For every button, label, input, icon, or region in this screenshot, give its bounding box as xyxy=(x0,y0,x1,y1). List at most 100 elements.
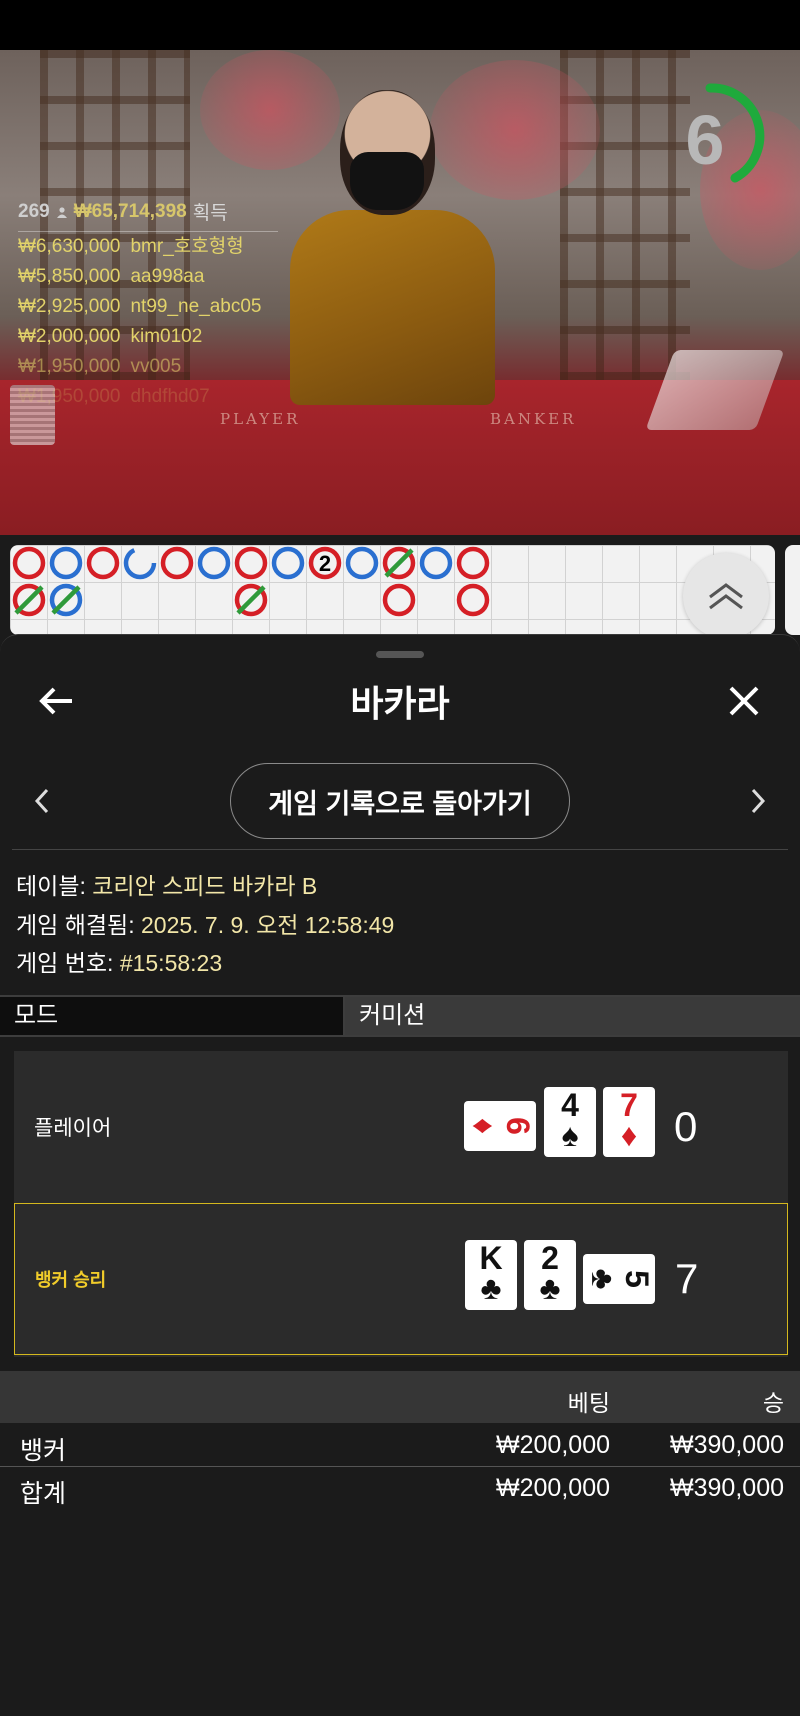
bead-road[interactable]: 2 xyxy=(10,545,775,635)
player-bead xyxy=(12,583,46,617)
player-bead xyxy=(382,583,416,617)
back-to-history-button[interactable]: 게임 기록으로 돌아가기 xyxy=(230,763,570,839)
player-hand: 플레이어 6 ♦ 4 ♠ 7 ♦ 0 xyxy=(14,1051,788,1203)
winners-list: 269 ₩65,714,398 획득 ₩6,630,000 bmr_호호형형 ₩5… xyxy=(18,198,278,412)
road-edge xyxy=(785,545,800,635)
winner-user: vv005 xyxy=(130,356,182,377)
double-chevron-up-icon xyxy=(709,583,743,610)
user-icon xyxy=(56,206,67,218)
game-number-value: #15:58:23 xyxy=(119,950,223,976)
player-card-2: 4 ♠ xyxy=(544,1087,596,1157)
winner-row: ₩5,850,000 aa998aa xyxy=(18,262,278,292)
svg-text:2: 2 xyxy=(319,551,331,576)
winner-user: kim0102 xyxy=(130,326,203,347)
chevron-right-icon xyxy=(751,788,766,814)
countdown-timer-value: 6 xyxy=(685,101,725,179)
player-bead: 2 xyxy=(308,546,342,580)
felt-banker-label: BANKER xyxy=(490,410,577,428)
winners-total: ₩65,714,398 xyxy=(73,200,187,222)
hands-panel: 플레이어 6 ♦ 4 ♠ 7 ♦ 0 뱅커 승리 K ♣ 2 ♣ 5 ♣ 7 xyxy=(14,1051,788,1357)
table-label: 테이블: xyxy=(16,873,86,899)
banker-bead xyxy=(345,546,379,580)
winners-total-suffix: 획득 xyxy=(192,203,228,224)
player-bead xyxy=(86,546,120,580)
felt-player-label: PLAYER xyxy=(220,410,301,428)
banker-bead xyxy=(197,546,231,580)
win-amount: ₩390,000 xyxy=(670,1431,784,1459)
resolved-value: 2025. 7. 9. 오전 12:58:49 xyxy=(140,912,395,938)
bet-row: 뱅커 ₩200,000 ₩390,000 xyxy=(0,1425,800,1467)
bet-amount: ₩200,000 xyxy=(496,1431,610,1459)
banker-bead xyxy=(419,546,453,580)
bet-column-header: 베팅 xyxy=(567,1390,610,1416)
winner-user: dhdfhd07 xyxy=(130,386,210,407)
status-bar xyxy=(0,0,800,50)
blossom-decoration xyxy=(430,60,600,200)
player-hand-label: 플레이어 xyxy=(34,1117,112,1140)
player-bead xyxy=(12,546,46,580)
winner-amount: ₩5,850,000 xyxy=(18,266,121,287)
total-row: 합계 ₩200,000 ₩390,000 xyxy=(0,1468,800,1510)
banker-card-2: 2 ♣ xyxy=(524,1240,576,1310)
winner-row: ₩1,950,000 vv005 xyxy=(18,352,278,382)
banker-card-1: K ♣ xyxy=(465,1240,517,1310)
player-bead xyxy=(160,546,194,580)
total-name: 합계 xyxy=(20,1480,67,1508)
win-column-header: 승 xyxy=(762,1390,784,1416)
close-button[interactable] xyxy=(720,677,768,725)
live-video[interactable]: PLAYER BANKER 6 269 ₩65,714,398 획득 ₩6,63… xyxy=(0,50,800,535)
table-info: 테이블: 코리안 스피드 바카라 B xyxy=(16,867,317,901)
winner-row: ₩1,950,000 dhdfhd07 xyxy=(18,382,278,412)
resolved-label: 게임 해결됨: xyxy=(16,912,135,938)
winner-row: ₩2,925,000 nt99_ne_abc05 xyxy=(18,292,278,322)
banker-score: 7 xyxy=(675,1255,699,1302)
player-bead xyxy=(234,583,268,617)
expand-up-button[interactable] xyxy=(683,553,769,639)
banker-hand: 뱅커 승리 K ♣ 2 ♣ 5 ♣ 7 xyxy=(14,1203,788,1355)
winner-row: ₩6,630,000 bmr_호호형형 xyxy=(18,232,278,262)
mode-label: 모드 xyxy=(0,997,345,1035)
total-win: ₩390,000 xyxy=(670,1474,784,1502)
banker-hand-label: 뱅커 승리 xyxy=(35,1270,107,1290)
banker-bead xyxy=(123,546,157,580)
player-card-3: 7 ♦ xyxy=(603,1087,655,1157)
sheet-drag-handle[interactable] xyxy=(376,651,424,658)
banker-card-3: 5 ♣ xyxy=(583,1254,655,1304)
player-score: 0 xyxy=(674,1103,698,1150)
divider xyxy=(12,849,788,850)
winners-count: 269 xyxy=(18,200,50,222)
winner-amount: ₩1,950,000 xyxy=(18,356,121,377)
resolved-info: 게임 해결됨: 2025. 7. 9. 오전 12:58:49 xyxy=(16,906,394,940)
game-detail-sheet: 바카라 게임 기록으로 돌아가기 테이블: 코리안 스피드 바카라 B 게임 해… xyxy=(0,634,800,1716)
bets-header: 베팅 승 xyxy=(0,1371,800,1423)
player-bead xyxy=(456,583,490,617)
game-number-info: 게임 번호: #15:58:23 xyxy=(16,944,222,978)
close-icon xyxy=(729,686,759,716)
banker-bead xyxy=(271,546,305,580)
winner-amount: ₩1,950,000 xyxy=(18,386,121,407)
total-bet: ₩200,000 xyxy=(496,1474,610,1502)
winners-header: 269 ₩65,714,398 획득 xyxy=(18,198,278,232)
winner-user: bmr_호호형형 xyxy=(130,236,244,257)
player-bead xyxy=(456,546,490,580)
next-game-button[interactable] xyxy=(740,777,776,825)
sheet-title: 바카라 xyxy=(350,683,450,724)
blossom-decoration xyxy=(200,50,340,170)
table-value: 코리안 스피드 바카라 B xyxy=(92,873,318,899)
dealer-mask xyxy=(350,152,424,210)
player-bead xyxy=(234,546,268,580)
commission-label: 커미션 xyxy=(345,997,800,1035)
player-bead xyxy=(382,546,416,580)
dealer xyxy=(290,210,495,405)
banker-bead xyxy=(49,546,83,580)
previous-game-button[interactable] xyxy=(24,777,60,825)
chevron-left-icon xyxy=(34,788,49,814)
winner-row: ₩2,000,000 kim0102 xyxy=(18,322,278,352)
bet-name: 뱅커 xyxy=(20,1437,67,1465)
winner-user: nt99_ne_abc05 xyxy=(130,296,262,317)
mode-row: 모드 커미션 xyxy=(0,995,800,1037)
banker-bead xyxy=(49,583,83,617)
bead-road-marks: 2 xyxy=(12,546,490,617)
winner-user: aa998aa xyxy=(130,266,205,287)
player-card-1: 6 ♦ xyxy=(464,1101,536,1151)
